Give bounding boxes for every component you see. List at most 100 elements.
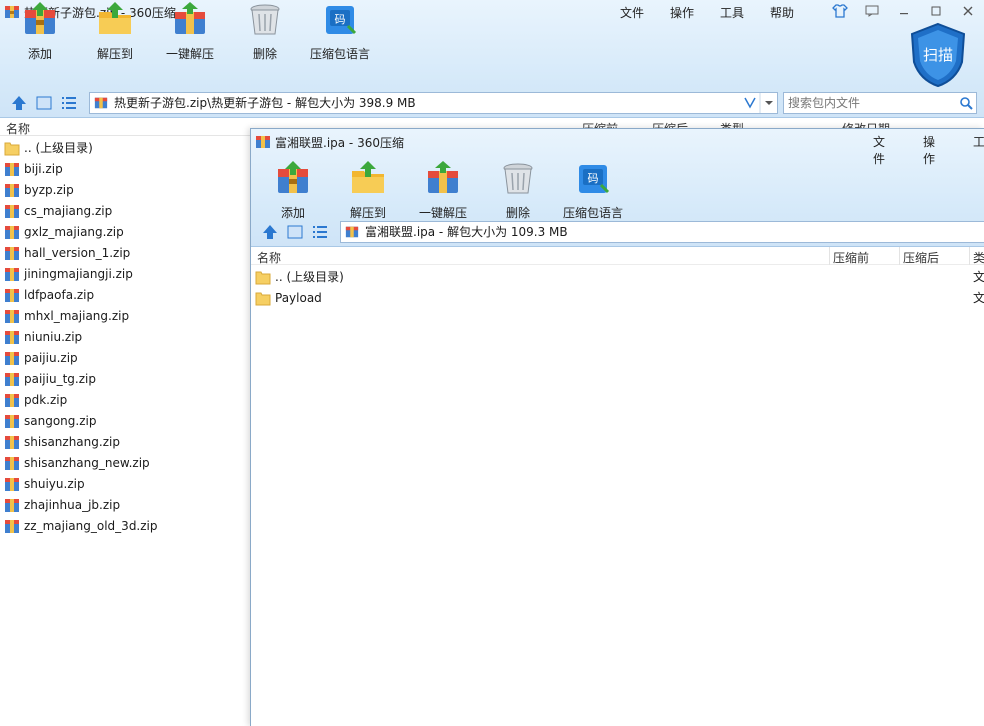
scan-label: 扫描	[922, 46, 953, 64]
zip-file-icon	[5, 520, 19, 533]
zip-file-icon	[5, 373, 19, 386]
inner-path-field[interactable]: 富湘联盟.ipa - 解包大小为 109.3 MB	[340, 221, 984, 243]
file-name: paijiu.zip	[24, 351, 78, 365]
close-button[interactable]	[952, 0, 984, 22]
inner-column-type[interactable]: 类	[973, 249, 984, 266]
outer-menu-bar: 文件 操作 工具 帮助	[620, 4, 820, 21]
archive-icon	[345, 226, 359, 238]
one-click-extract-icon	[428, 161, 458, 193]
tshirt-icon	[832, 4, 848, 18]
extract-to-label: 解压到	[96, 47, 133, 61]
inner-column-name[interactable]: 名称	[257, 249, 281, 266]
inner-delete-button[interactable]: 删除	[478, 159, 558, 221]
column-divider[interactable]	[899, 247, 900, 265]
list-item[interactable]: Payload 文	[251, 288, 984, 309]
search-input[interactable]: 搜索包内文件	[783, 92, 977, 114]
list-item[interactable]: biji.zip	[0, 159, 250, 180]
zip-file-icon	[5, 499, 19, 512]
inner-column-before[interactable]: 压缩前	[833, 249, 869, 266]
window-controls	[824, 0, 984, 22]
delete-button[interactable]: 删除	[225, 0, 305, 62]
menu-file[interactable]: 文件	[620, 4, 644, 21]
file-name: .. (上级目录)	[275, 270, 344, 284]
list-item[interactable]: zhajinhua_jb.zip	[0, 495, 250, 516]
list-item[interactable]: byzp.zip	[0, 180, 250, 201]
one-click-extract-label: 一键解压	[165, 47, 214, 61]
list-item[interactable]: shisanzhang_new.zip	[0, 453, 250, 474]
inner-archive-language-button[interactable]: 码 压缩包语言	[553, 159, 633, 221]
trash-bin-icon	[503, 163, 533, 194]
add-button[interactable]: 添加	[0, 0, 80, 62]
menu-help[interactable]: 帮助	[770, 4, 794, 21]
extract-to-button[interactable]: 解压到	[75, 0, 155, 62]
minimize-button[interactable]	[888, 0, 920, 22]
search-icon[interactable]	[959, 96, 973, 110]
file-name: gxlz_majiang.zip	[24, 225, 124, 239]
list-item[interactable]: ldfpaofa.zip	[0, 285, 250, 306]
maximize-button[interactable]	[920, 0, 952, 22]
inner-add-button[interactable]: 添加	[253, 159, 333, 221]
list-view-icon[interactable]	[60, 94, 78, 112]
thumbnail-view-icon[interactable]	[35, 94, 53, 112]
thumbnail-view-icon[interactable]	[286, 223, 304, 241]
inner-extract-to-button[interactable]: 解压到	[328, 159, 408, 221]
inner-menu-file[interactable]: 文件	[873, 133, 897, 167]
list-item[interactable]: mhxl_majiang.zip	[0, 306, 250, 327]
inner-extract-to-label: 解压到	[349, 206, 386, 220]
list-view-icon[interactable]	[311, 223, 329, 241]
list-item[interactable]: zz_majiang_old_3d.zip	[0, 516, 250, 537]
inner-menu-operate[interactable]: 操作	[923, 133, 947, 167]
column-divider[interactable]	[829, 247, 830, 265]
column-divider[interactable]	[969, 247, 970, 265]
outer-path-field[interactable]: 热更新子游包.zip\热更新子游包 - 解包大小为 398.9 MB	[89, 92, 778, 114]
list-item[interactable]: sangong.zip	[0, 411, 250, 432]
inner-column-header: 名称 压缩前 压缩后 类	[251, 247, 984, 265]
zip-file-icon	[5, 310, 19, 323]
outer-address-bar: 热更新子游包.zip\热更新子游包 - 解包大小为 398.9 MB 搜索包内文…	[0, 91, 984, 115]
archive-language-button[interactable]: 码 压缩包语言	[300, 0, 380, 62]
up-arrow-icon[interactable]	[261, 223, 279, 241]
svg-text:码: 码	[335, 13, 346, 26]
up-arrow-icon[interactable]	[10, 94, 28, 112]
skin-button[interactable]	[824, 0, 856, 22]
list-item[interactable]: jiningmajiangji.zip	[0, 264, 250, 285]
zip-file-icon	[5, 163, 19, 176]
list-item[interactable]: paijiu.zip	[0, 348, 250, 369]
file-name: jiningmajiangji.zip	[24, 267, 133, 281]
inner-one-click-extract-button[interactable]: 一键解压	[403, 159, 483, 221]
list-item[interactable]: .. (上级目录)	[0, 138, 250, 159]
scan-button[interactable]: 扫描	[910, 22, 966, 88]
maximize-icon	[931, 6, 941, 16]
feedback-button[interactable]	[856, 0, 888, 22]
zip-file-icon	[5, 394, 19, 407]
list-item[interactable]: hall_version_1.zip	[0, 243, 250, 264]
archive-icon	[256, 136, 270, 148]
inner-add-label: 添加	[280, 206, 305, 220]
list-item[interactable]: niuniu.zip	[0, 327, 250, 348]
outer-header: 热更新子游包.zip - 360压缩 文件 操作 工具 帮助 添加 解压到 一键…	[0, 0, 984, 118]
list-item[interactable]: shisanzhang.zip	[0, 432, 250, 453]
file-name: mhxl_majiang.zip	[24, 309, 130, 323]
folder-icon	[255, 271, 271, 285]
inner-column-after[interactable]: 压缩后	[903, 249, 939, 266]
close-icon	[963, 6, 973, 16]
menu-operate[interactable]: 操作	[670, 4, 694, 21]
list-item[interactable]: gxlz_majiang.zip	[0, 222, 250, 243]
one-click-extract-button[interactable]: 一键解压	[150, 0, 230, 62]
inner-menu-tools[interactable]: 工	[973, 133, 984, 167]
list-item[interactable]: cs_majiang.zip	[0, 201, 250, 222]
inner-file-list: .. (上级目录) 文 Payload 文	[251, 267, 984, 309]
list-item[interactable]: .. (上级目录) 文	[251, 267, 984, 288]
file-name: hall_version_1.zip	[24, 246, 131, 260]
column-name[interactable]: 名称	[6, 120, 30, 137]
list-item[interactable]: shuiyu.zip	[0, 474, 250, 495]
inner-path-text: 富湘联盟.ipa - 解包大小为 109.3 MB	[365, 225, 568, 239]
list-item[interactable]: pdk.zip	[0, 390, 250, 411]
menu-tools[interactable]: 工具	[720, 4, 744, 21]
zip-file-icon	[5, 289, 19, 302]
list-item[interactable]: paijiu_tg.zip	[0, 369, 250, 390]
inner-archive-language-label: 压缩包语言	[562, 206, 623, 220]
zip-file-icon	[5, 415, 19, 428]
chevron-down-icon[interactable]	[741, 93, 777, 113]
zip-file-icon	[5, 436, 19, 449]
